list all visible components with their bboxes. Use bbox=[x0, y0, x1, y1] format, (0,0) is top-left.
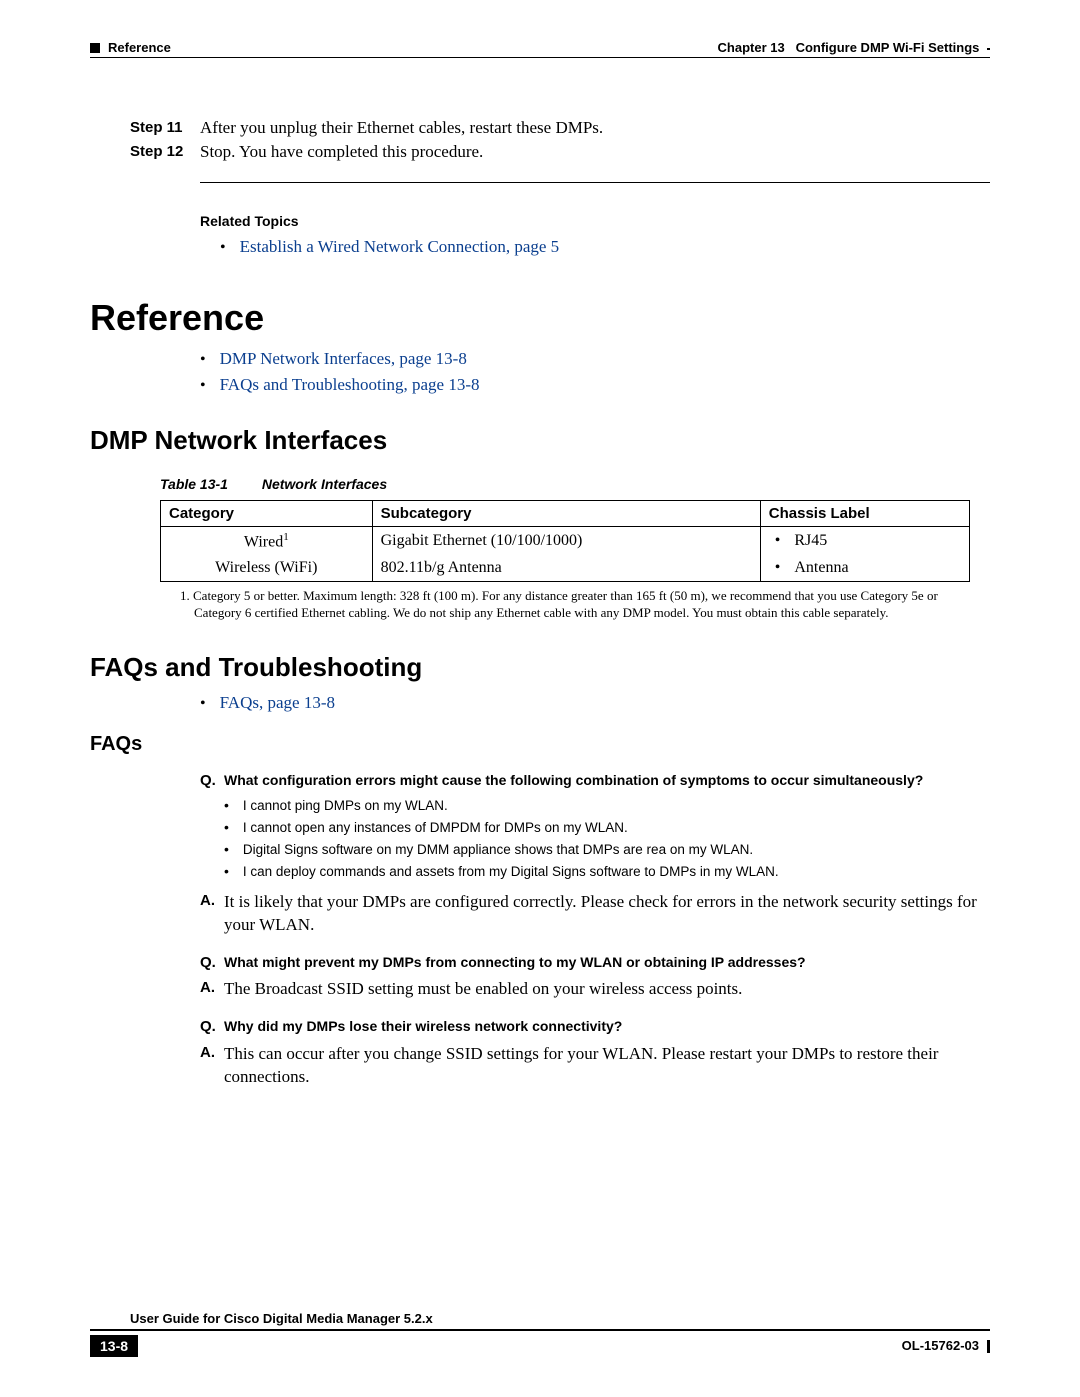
qa-symptom: I cannot ping DMPs on my WLAN. bbox=[224, 797, 990, 813]
table-number: Table 13-1 bbox=[160, 476, 228, 492]
table-row: Wireless (WiFi) 802.11b/g Antenna Antenn… bbox=[161, 555, 970, 582]
heading-dmp-network-interfaces: DMP Network Interfaces bbox=[90, 425, 990, 456]
related-topics-heading: Related Topics bbox=[200, 213, 990, 229]
qa-answer: The Broadcast SSID setting must be enabl… bbox=[224, 978, 742, 1001]
qa-answer: It is likely that your DMPs are configur… bbox=[224, 891, 990, 937]
table-title: Network Interfaces bbox=[262, 476, 387, 492]
cell-chassis-label: RJ45 bbox=[769, 532, 828, 549]
heading-faqs: FAQs bbox=[90, 733, 990, 756]
qa-q-label: Q. bbox=[200, 1017, 224, 1037]
cell-subcategory: Gigabit Ethernet (10/100/1000) bbox=[372, 527, 760, 556]
footer-title: User Guide for Cisco Digital Media Manag… bbox=[130, 1311, 990, 1326]
qa-question: Why did my DMPs lose their wireless netw… bbox=[224, 1017, 622, 1037]
page-header: Reference Chapter 13 Configure DMP Wi-Fi… bbox=[90, 40, 990, 55]
qa-q-label: Q. bbox=[200, 771, 224, 791]
qa-answer: This can occur after you change SSID set… bbox=[224, 1043, 990, 1089]
header-section: Reference bbox=[108, 40, 171, 55]
qa-a-label: A. bbox=[200, 1043, 224, 1089]
qa-question: What might prevent my DMPs from connecti… bbox=[224, 953, 806, 973]
qa-a-label: A. bbox=[200, 891, 224, 937]
step-label: Step 12 bbox=[130, 142, 200, 162]
table-row: Wired1 Gigabit Ethernet (10/100/1000) RJ… bbox=[161, 527, 970, 556]
header-chapter-label: Chapter 13 bbox=[718, 40, 785, 55]
step-row: Step 11 After you unplug their Ethernet … bbox=[130, 118, 990, 138]
cell-category: Wireless (WiFi) bbox=[161, 555, 373, 582]
header-chapter-title: Configure DMP Wi-Fi Settings bbox=[796, 40, 980, 55]
toc-link[interactable]: FAQs and Troubleshooting, page 13-8 bbox=[220, 375, 480, 394]
table-header: Category bbox=[161, 501, 373, 527]
divider bbox=[200, 182, 990, 183]
qa-symptom: I cannot open any instances of DMPDM for… bbox=[224, 819, 990, 835]
table-header: Subcategory bbox=[372, 501, 760, 527]
qa-question: What configuration errors might cause th… bbox=[224, 771, 923, 791]
step-text: Stop. You have completed this procedure. bbox=[200, 142, 483, 162]
cell-sup: 1 bbox=[283, 531, 289, 543]
cell-subcategory: 802.11b/g Antenna bbox=[372, 555, 760, 582]
step-row: Step 12 Stop. You have completed this pr… bbox=[130, 142, 990, 162]
qa-symptom: I can deploy commands and assets from my… bbox=[224, 863, 990, 879]
toc-link[interactable]: FAQs, page 13-8 bbox=[220, 693, 335, 712]
table-header: Chassis Label bbox=[760, 501, 969, 527]
toc-link[interactable]: DMP Network Interfaces, page 13-8 bbox=[220, 349, 467, 368]
qa-q-label: Q. bbox=[200, 953, 224, 973]
footer-doc-id: OL-15762-03 bbox=[902, 1338, 979, 1353]
network-interfaces-table: Category Subcategory Chassis Label Wired… bbox=[160, 500, 970, 582]
qa-symptom: Digital Signs software on my DMM applian… bbox=[224, 841, 990, 857]
related-topic-link[interactable]: Establish a Wired Network Connection, pa… bbox=[240, 237, 560, 256]
cell-category: Wired bbox=[244, 533, 283, 550]
heading-reference: Reference bbox=[90, 297, 990, 339]
qa-a-label: A. bbox=[200, 978, 224, 1001]
step-text: After you unplug their Ethernet cables, … bbox=[200, 118, 603, 138]
page-footer: User Guide for Cisco Digital Media Manag… bbox=[90, 1311, 990, 1357]
header-square-icon bbox=[90, 43, 100, 53]
page-number: 13-8 bbox=[90, 1335, 138, 1357]
step-label: Step 11 bbox=[130, 118, 200, 138]
table-caption: Table 13-1 Network Interfaces bbox=[160, 476, 990, 492]
table-footnote: 1. Category 5 or better. Maximum length:… bbox=[180, 588, 984, 622]
cell-chassis-label: Antenna bbox=[769, 559, 849, 576]
heading-faqs-troubleshooting: FAQs and Troubleshooting bbox=[90, 652, 990, 683]
